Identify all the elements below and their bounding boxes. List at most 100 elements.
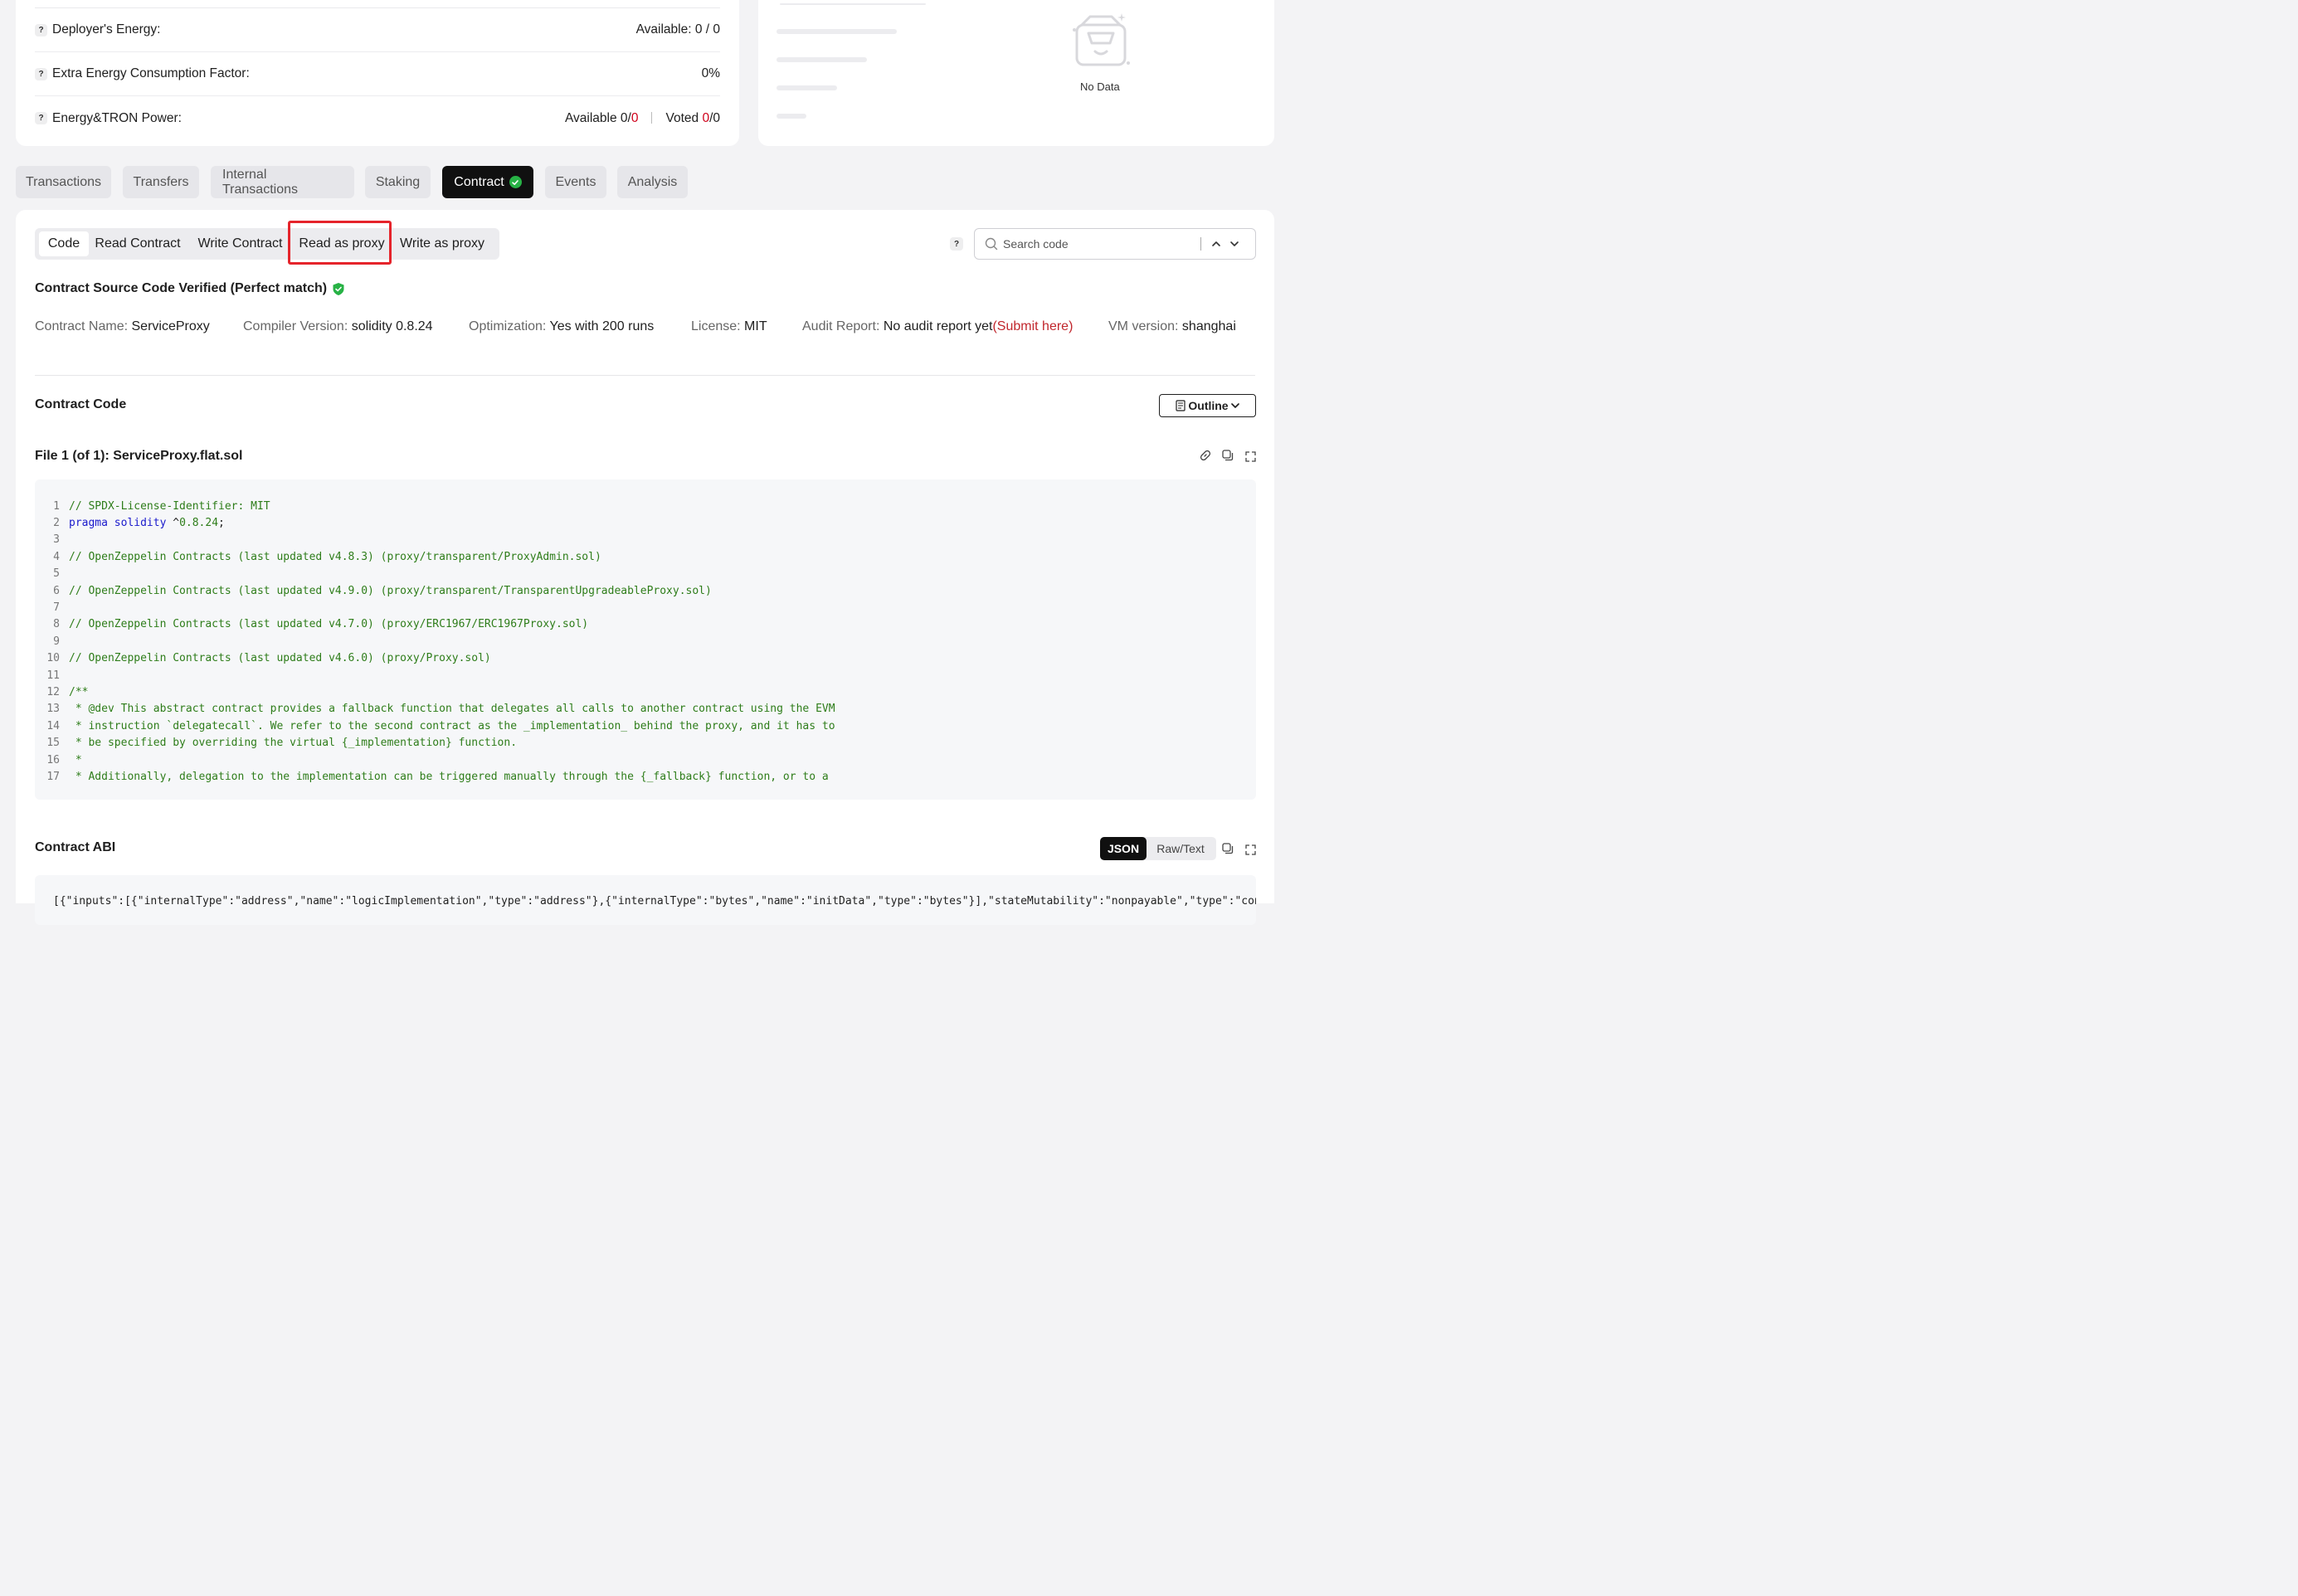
tab-label: Transfers [133,174,189,189]
available-red-value: 0 [630,110,639,125]
info-value: Yes with 200 runs [549,319,655,333]
tab-label: Contract [454,174,504,189]
verification-title: Contract Source Code Verified (Perfect m… [35,281,345,296]
contract-panel: Code Read Contract Write Contract Read a… [16,210,1274,925]
subtab-read-contract[interactable]: Read Contract [91,231,184,256]
extra-energy-label: Extra Energy Consumption Factor: [52,66,250,80]
abi-json-option[interactable]: JSON [1100,837,1147,860]
copy-icon[interactable] [1220,448,1235,463]
line-number: 12 [46,685,60,698]
code-line: 5 [35,566,1256,582]
subtab-code[interactable]: Code [39,231,89,256]
tab-staking[interactable]: Staking [365,166,431,198]
section-divider [35,375,1255,376]
nodata-card: No Data [758,0,1274,146]
code-token: // OpenZeppelin Contracts (last updated … [69,550,601,563]
code-line: 3 [35,532,1256,548]
line-number: 6 [53,584,60,597]
copy-icon[interactable] [1220,841,1235,856]
code-token: // OpenZeppelin Contracts (last updated … [69,618,589,631]
search-help-icon[interactable]: ? [950,237,963,251]
deployer-energy-row: ? Deployer's Energy: Available: 0 / 0 [35,8,720,52]
code-line: 15 * be specified by overriding the virt… [35,734,1256,751]
abi-viewer[interactable]: [{"inputs":[{"internalType":"address","n… [35,875,1256,925]
tab-label: Analysis [627,174,678,189]
code-token: // SPDX-License-Identifier: MIT [69,499,270,513]
submit-audit-link[interactable]: (Submit here) [992,319,1073,333]
outline-list-icon [1176,400,1186,411]
line-number: 1 [53,499,60,513]
help-icon[interactable]: ? [35,112,47,124]
info-value: shanghai [1181,319,1236,333]
skeleton-line [780,3,926,5]
line-number: 9 [53,635,60,648]
line-number: 7 [53,601,60,615]
verified-shield-icon [333,282,344,295]
line-number: 14 [46,719,60,732]
code-line: 6 // OpenZeppelin Contracts (last updated… [35,582,1256,599]
chevron-up-icon[interactable] [1208,236,1224,252]
code-viewer[interactable]: 1 // SPDX-License-Identifier: MIT 2 pragma … [35,479,1256,800]
code-line: 11 [35,667,1256,684]
vm-version-info: VM version: shanghai [1108,319,1236,334]
chevron-down-icon [1230,403,1239,408]
tab-contract[interactable]: Contract [442,166,533,198]
help-icon[interactable]: ? [35,23,47,36]
tab-internal-transactions[interactable]: Internal Transactions [211,166,354,198]
code-token: // OpenZeppelin Contracts (last updated … [69,652,491,665]
voted-label: Voted [665,110,703,125]
search-separator [1200,237,1201,251]
code-token: ^ [166,517,180,530]
subtab-label: Write as proxy [400,236,484,251]
chevron-down-icon[interactable] [1226,236,1243,252]
extra-energy-row: ? Extra Energy Consumption Factor: 0% [35,52,720,96]
help-icon[interactable]: ? [35,67,47,80]
tab-label: Transactions [26,174,101,189]
line-number: 17 [46,770,60,783]
subtab-write-as-proxy[interactable]: Write as proxy [393,231,491,256]
code-line: 7 [35,599,1256,616]
tab-label: Events [555,174,596,189]
verified-check-icon [509,176,522,188]
code-token: // OpenZeppelin Contracts (last updated … [69,584,712,597]
outline-button[interactable]: Outline [1159,394,1256,417]
search-code-input[interactable] [1003,237,1200,251]
code-line: 4 // OpenZeppelin Contracts (last updated… [35,548,1256,565]
deployer-energy-label: Deployer's Energy: [52,22,161,36]
line-number: 5 [53,567,60,581]
subtab-label: Write Contract [197,236,283,251]
code-subtabs: Code Read Contract Write Contract Read a… [35,228,499,260]
line-number: 16 [46,753,60,766]
subtab-label: Read Contract [95,236,181,251]
optimization-info: Optimization: Yes with 200 runs [469,319,654,334]
code-token: * @dev This abstract contract provides a… [69,703,835,716]
tab-transactions[interactable]: Transactions [16,166,111,198]
link-icon[interactable] [1198,448,1213,463]
expand-icon[interactable] [1243,842,1258,857]
subtab-write-contract[interactable]: Write Contract [192,231,288,256]
energy-tron-power-values: Available 0/0 Voted 0/0 [565,111,720,126]
tab-analysis[interactable]: Analysis [617,166,688,198]
code-token: * [69,753,82,766]
verification-text: Contract Source Code Verified (Perfect m… [35,281,328,295]
info-key: License: [691,319,741,333]
tab-transfers[interactable]: Transfers [123,166,199,198]
info-key: Audit Report: [802,319,880,333]
search-icon [985,237,998,251]
tab-events[interactable]: Events [545,166,606,198]
code-line: 16 * [35,752,1256,768]
line-number: 2 [53,517,60,530]
abi-raw-text-option[interactable]: Raw/Text [1151,837,1210,860]
code-line: 8 // OpenZeppelin Contracts (last updated… [35,616,1256,633]
code-line: 1 // SPDX-License-Identifier: MIT [35,498,1256,514]
expand-icon[interactable] [1243,449,1258,464]
no-data-text: No Data [1080,80,1120,93]
contract-code-title: Contract Code [35,397,127,411]
audit-report-info: Audit Report: No audit report yet(Submit… [802,319,1073,334]
code-token: * Additionally, delegation to the implem… [69,770,829,783]
code-token: * instruction `delegatecall`. We refer t… [69,719,835,732]
line-number: 8 [53,618,60,631]
empty-box-icon [1073,13,1130,66]
info-value: solidity 0.8.24 [351,319,433,333]
line-number: 4 [53,550,60,563]
